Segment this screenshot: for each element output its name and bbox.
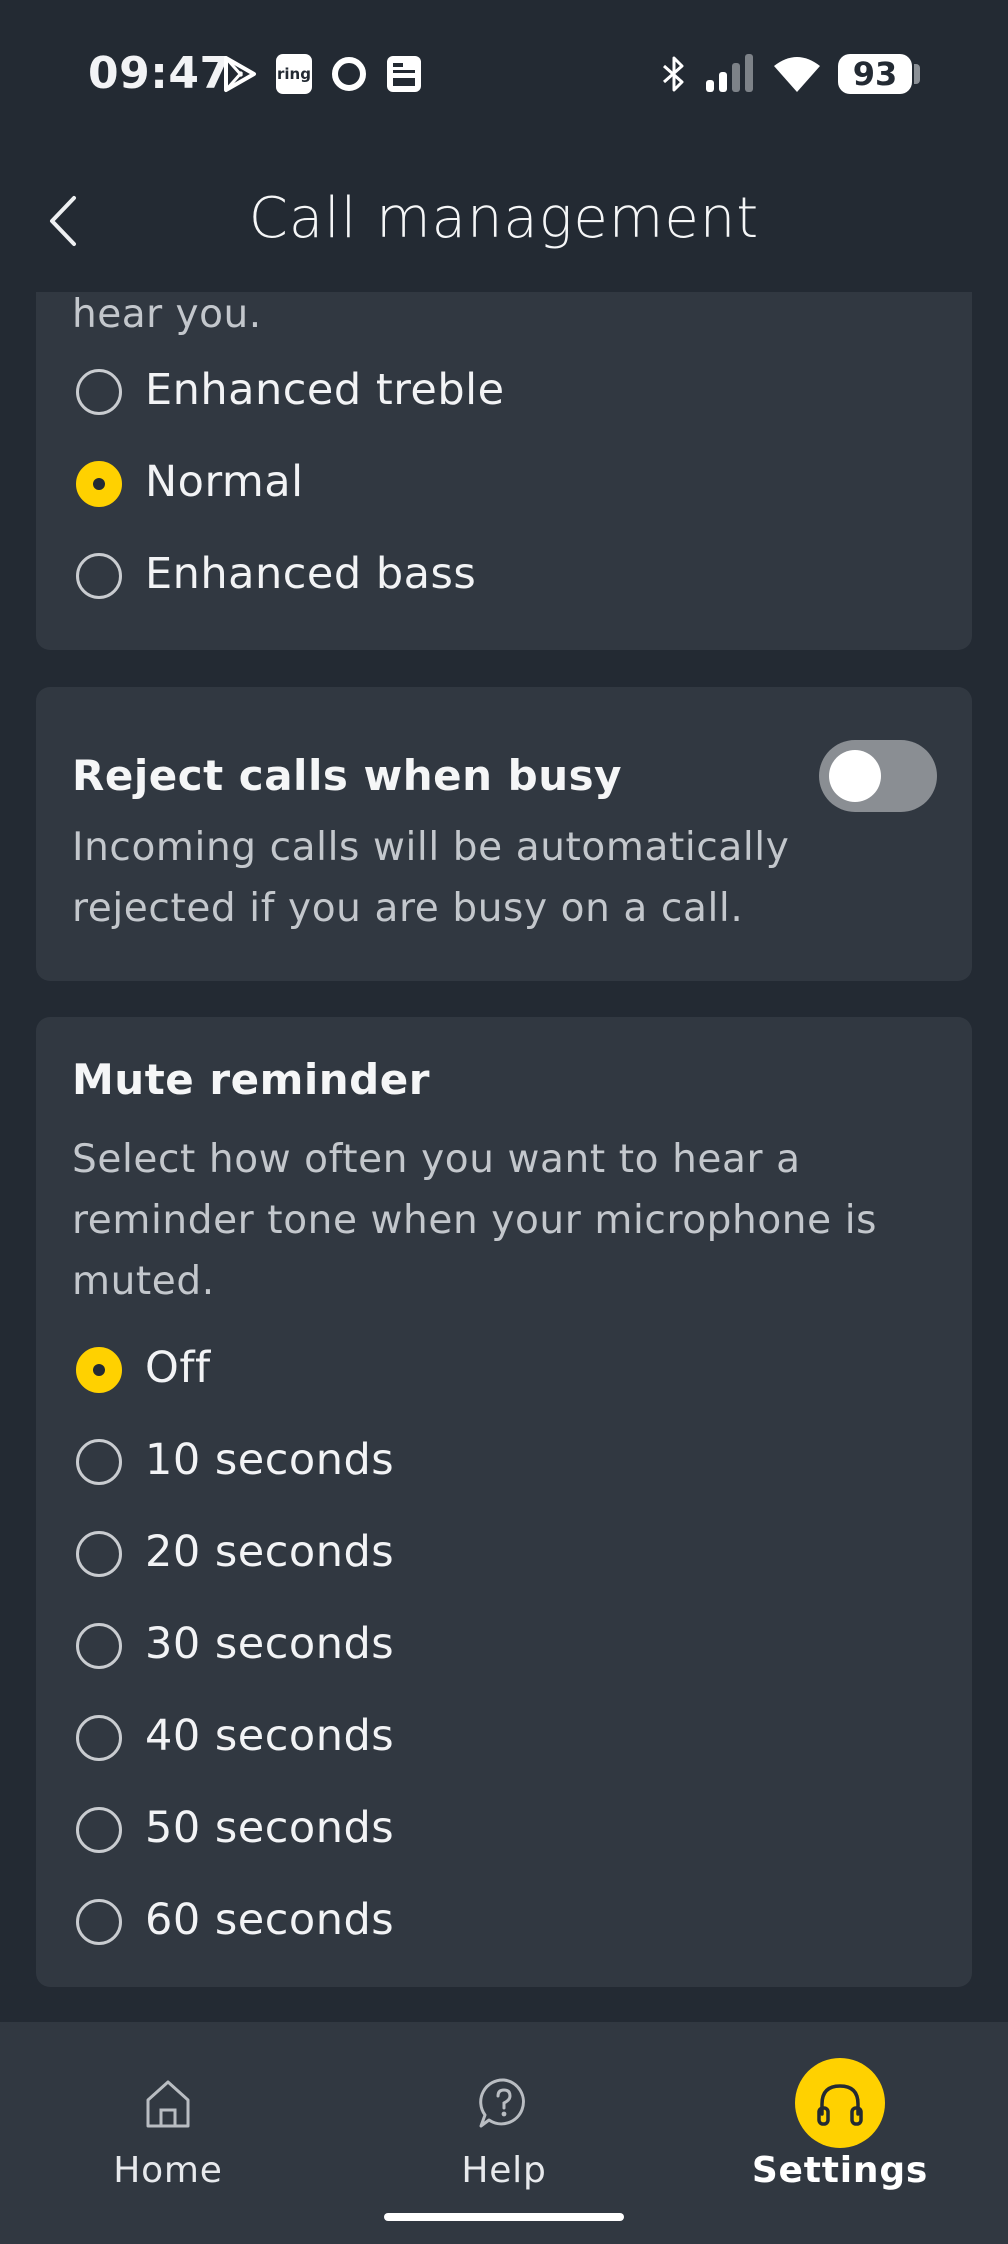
- ring-icon-text: ring: [277, 65, 311, 83]
- radio-label: 50 seconds: [145, 1803, 395, 1853]
- toggle-knob: [829, 750, 881, 802]
- home-icon: [146, 2080, 190, 2128]
- reject-calls-title: Reject calls when busy: [72, 751, 623, 800]
- sidetone-card: hear you. Enhanced treble Normal Enhance…: [36, 292, 972, 650]
- reject-calls-description: Incoming calls will be automatically rej…: [72, 825, 790, 931]
- nav-label: Settings: [751, 2150, 929, 2191]
- radio-option-10-seconds[interactable]: 10 seconds: [72, 1427, 932, 1497]
- card-description: hear you.: [72, 292, 262, 337]
- status-bar: 09:47 ring 93: [0, 0, 1008, 150]
- bottom-navigation: Home Help Settings: [0, 2022, 1008, 2244]
- radio-option-60-seconds[interactable]: 60 seconds: [72, 1887, 932, 1957]
- radio-button[interactable]: [76, 1899, 122, 1945]
- radio-button[interactable]: [76, 1807, 122, 1853]
- radio-button[interactable]: [76, 1531, 122, 1577]
- nav-help[interactable]: Help: [336, 2022, 672, 2212]
- radio-label: 20 seconds: [145, 1527, 395, 1577]
- mute-reminder-title: Mute reminder: [72, 1055, 430, 1104]
- help-icon: [479, 2078, 525, 2128]
- radio-label: 10 seconds: [145, 1435, 395, 1485]
- radio-option-20-seconds[interactable]: 20 seconds: [72, 1519, 932, 1589]
- home-indicator[interactable]: [384, 2213, 624, 2221]
- signal-icon: [706, 54, 753, 92]
- reject-calls-card: Reject calls when busy Incoming calls wi…: [36, 687, 972, 981]
- app-header: Call management: [0, 150, 1008, 292]
- ring-icon: ring: [276, 54, 312, 94]
- radio-option-enhanced-bass[interactable]: Enhanced bass: [72, 541, 932, 611]
- nav-label: Help: [461, 2150, 547, 2191]
- radio-option-50-seconds[interactable]: 50 seconds: [72, 1795, 932, 1865]
- radio-label: Enhanced treble: [145, 365, 505, 415]
- radio-label: 40 seconds: [145, 1711, 395, 1761]
- nav-home[interactable]: Home: [0, 2022, 336, 2212]
- status-time: 09:47: [88, 48, 231, 99]
- settings-content[interactable]: hear you. Enhanced treble Normal Enhance…: [0, 292, 1008, 2022]
- page-title: Call management: [248, 186, 760, 251]
- nav-label: Home: [113, 2150, 223, 2191]
- radio-button[interactable]: [76, 369, 122, 415]
- radio-button-selected[interactable]: [76, 1347, 122, 1393]
- radio-button[interactable]: [76, 553, 122, 599]
- mute-reminder-card: Mute reminder Select how often you want …: [36, 1017, 972, 1987]
- battery-cap: [914, 64, 920, 84]
- wifi-icon: [774, 57, 820, 92]
- radio-label: Off: [145, 1343, 211, 1393]
- radio-option-off[interactable]: Off: [72, 1335, 932, 1405]
- radio-label: Enhanced bass: [145, 549, 477, 599]
- radio-label: 60 seconds: [145, 1895, 395, 1945]
- reject-calls-toggle[interactable]: [819, 740, 937, 812]
- circle-app-icon: [332, 57, 366, 91]
- battery-icon: 93: [838, 54, 912, 94]
- mute-reminder-description: Select how often you want to hear a remi…: [72, 1137, 878, 1304]
- radio-button[interactable]: [76, 1623, 122, 1669]
- play-store-icon: [224, 56, 256, 92]
- radio-option-normal[interactable]: Normal: [72, 449, 932, 519]
- radio-option-40-seconds[interactable]: 40 seconds: [72, 1703, 932, 1773]
- calendar-app-icon: [387, 56, 421, 92]
- radio-option-enhanced-treble[interactable]: Enhanced treble: [72, 357, 932, 427]
- radio-button[interactable]: [76, 1439, 122, 1485]
- bluetooth-icon: [663, 56, 684, 92]
- nav-settings[interactable]: Settings: [672, 2022, 1008, 2212]
- radio-label: 30 seconds: [145, 1619, 395, 1669]
- radio-button[interactable]: [76, 1715, 122, 1761]
- radio-button-selected[interactable]: [76, 461, 122, 507]
- radio-label: Normal: [145, 457, 304, 507]
- radio-option-30-seconds[interactable]: 30 seconds: [72, 1611, 932, 1681]
- headphones-icon: [795, 2058, 885, 2148]
